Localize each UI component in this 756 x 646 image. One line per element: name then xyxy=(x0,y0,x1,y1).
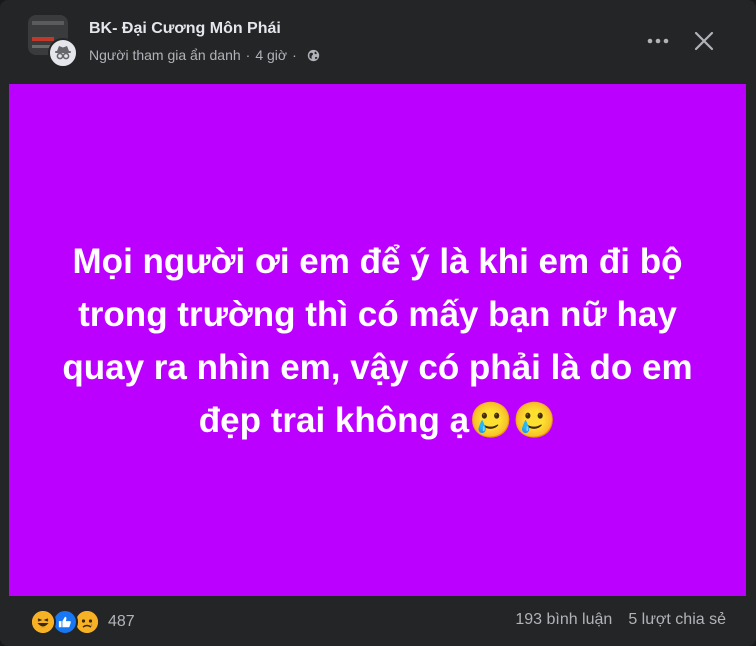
more-options-button[interactable] xyxy=(644,28,672,54)
comments-count-link[interactable]: 193 bình luận xyxy=(515,611,612,629)
reactions-summary[interactable]: 487 xyxy=(30,609,135,635)
haha-icon xyxy=(30,609,56,635)
post-meta: Người tham gia ẩn danh · 4 giờ · xyxy=(89,47,320,63)
meta-separator-2: · xyxy=(292,47,297,63)
post-header: BK- Đại Cương Môn Phái Người tham gia ẩn… xyxy=(0,0,756,84)
shares-count-link[interactable]: 5 lượt chia sẻ xyxy=(628,611,726,629)
post-time[interactable]: 4 giờ xyxy=(255,47,287,63)
post-footer: 487 193 bình luận 5 lượt chia sẻ xyxy=(0,596,756,646)
post-content-background: Mọi người ơi em để ý là khi em đi bộ tro… xyxy=(9,84,746,596)
author-name[interactable]: Người tham gia ẩn danh xyxy=(89,47,241,63)
post-text: Mọi người ơi em để ý là khi em đi bộ tro… xyxy=(62,242,693,440)
more-horizontal-icon xyxy=(647,38,669,44)
engagement-stats: 193 bình luận 5 lượt chia sẻ xyxy=(515,611,726,629)
post-dialog: BK- Đại Cương Môn Phái Người tham gia ẩn… xyxy=(0,0,756,646)
reaction-count[interactable]: 487 xyxy=(108,613,135,631)
group-name-link[interactable]: BK- Đại Cương Môn Phái xyxy=(89,20,281,38)
meta-separator: · xyxy=(245,47,251,63)
anonymous-avatar-icon xyxy=(48,38,78,68)
close-icon xyxy=(694,31,714,51)
globe-icon[interactable] xyxy=(307,49,320,62)
close-button[interactable] xyxy=(690,27,718,55)
